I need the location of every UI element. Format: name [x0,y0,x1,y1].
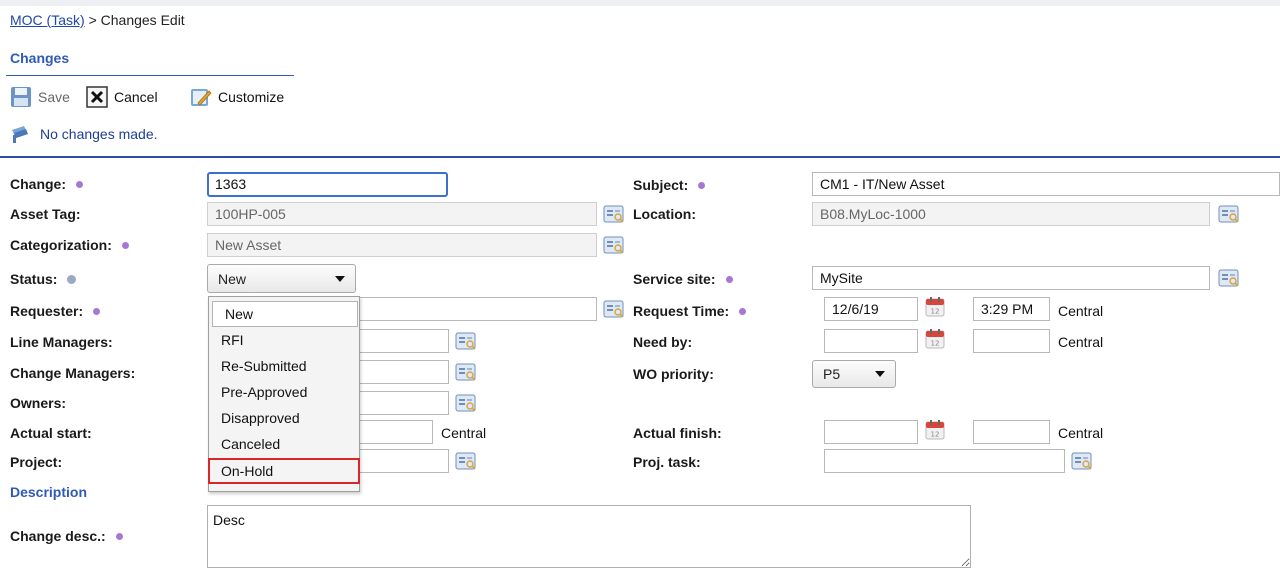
required-dot [76,180,83,188]
change-desc-label: Change desc.: [10,528,123,544]
proj-task-lookup-icon[interactable] [1071,451,1093,471]
save-button[interactable]: Save [6,84,74,110]
status-option-disapproved[interactable]: Disapproved [209,405,359,431]
owners-input[interactable] [356,391,449,415]
actual-finish-date-input[interactable] [824,420,918,444]
change-managers-input[interactable] [356,360,449,384]
section-title-description: Description [10,484,88,500]
top-bar [0,0,1280,6]
status-message-text: No changes made. [40,126,158,142]
request-time-label: Request Time: [633,303,747,319]
chevron-down-icon [335,275,345,282]
cancel-button[interactable]: Cancel [82,84,162,110]
required-dot [93,307,101,315]
customize-label: Customize [218,89,285,105]
need-by-date-input[interactable] [824,329,918,353]
calendar-icon[interactable] [925,297,945,317]
location-lookup-icon[interactable] [1218,204,1240,224]
asset-tag-label: Asset Tag: [10,206,81,222]
customize-button[interactable]: Customize [186,84,288,110]
location-input[interactable]: B08.MyLoc-1000 [812,202,1210,226]
subject-label: Subject: [633,177,706,193]
floppy-disk-icon [11,87,31,107]
status-option-re-submitted[interactable]: Re-Submitted [209,353,359,379]
status-option-canceled[interactable]: Canceled [209,431,359,457]
breadcrumb-current: Changes Edit [100,12,185,28]
header-separator [0,156,1280,158]
status-label: Status: [10,271,77,287]
proj-task-input[interactable] [824,449,1065,473]
need-by-timezone: Central [1058,334,1104,350]
subject-input[interactable]: CM1 - IT/New Asset [812,172,1280,196]
asset-tag-input[interactable]: 100HP-005 [207,202,597,226]
requester-input[interactable] [356,297,597,321]
section-title-changes: Changes [10,50,70,66]
actual-finish-timezone: Central [1058,425,1104,441]
request-date-input[interactable]: 12/6/19 [824,297,918,321]
status-option-rfi[interactable]: RFI [209,327,359,353]
change-managers-lookup-icon[interactable] [455,362,477,382]
requester-label: Requester: [10,303,101,319]
project-label: Project: [10,454,63,470]
service-site-lookup-icon[interactable] [1218,268,1240,288]
proj-task-label: Proj. task: [633,454,701,470]
categorization-label: Categorization: [10,237,129,253]
change-number-input[interactable]: 1363 [207,172,448,197]
wo-priority-label: WO priority: [633,366,714,382]
project-input[interactable] [356,449,449,473]
line-managers-lookup-icon[interactable] [455,331,477,351]
calendar-icon[interactable] [925,329,945,349]
change-managers-label: Change Managers: [10,365,136,381]
required-dot [121,241,129,249]
owners-lookup-icon[interactable] [455,393,477,413]
status-info-icon [67,274,77,284]
actual-start-time-input[interactable] [356,420,433,444]
location-label: Location: [633,206,696,222]
line-managers-label: Line Managers: [10,334,113,350]
chevron-down-icon [875,371,885,377]
service-site-label: Service site: [633,271,733,287]
categorization-lookup-icon[interactable] [603,235,625,255]
line-managers-input[interactable] [356,329,449,353]
wo-priority-select[interactable]: P5 [812,360,896,388]
change-label: Change: [10,176,83,192]
required-dot [725,275,733,283]
calendar-icon[interactable] [925,420,945,440]
customize-pencil-icon [191,89,212,106]
owners-label: Owners: [10,395,67,411]
request-time-timezone: Central [1058,303,1104,319]
asset-tag-lookup-icon[interactable] [603,204,625,224]
status-option-new[interactable]: New [212,301,358,327]
info-flag-icon [12,126,28,143]
status-select[interactable]: New [207,264,356,293]
status-message: No changes made. [10,124,158,144]
status-option-on-hold[interactable]: On-Hold [208,458,360,484]
service-site-input[interactable]: MySite [812,266,1210,290]
need-by-label: Need by: [633,334,693,350]
project-lookup-icon[interactable] [455,451,477,471]
required-dot [115,532,123,540]
request-time-input[interactable]: 3:29 PM [973,297,1050,321]
need-by-time-input[interactable] [973,329,1050,353]
change-description-textarea[interactable]: Desc [207,505,971,568]
breadcrumb-separator: > [88,12,97,28]
actual-finish-label: Actual finish: [633,425,722,441]
categorization-input[interactable]: New Asset [207,233,597,257]
close-icon [86,86,108,108]
cancel-label: Cancel [114,89,158,105]
breadcrumb: MOC (Task) > Changes Edit [10,12,185,28]
save-label: Save [38,89,70,105]
actual-start-timezone: Central [441,425,487,441]
status-option-pre-approved[interactable]: Pre-Approved [209,379,359,405]
wo-priority-value: P5 [823,366,841,382]
requester-lookup-icon[interactable] [603,299,625,319]
status-dropdown-list: New RFI Re-Submitted Pre-Approved Disapp… [208,296,360,492]
actual-finish-time-input[interactable] [973,420,1050,444]
breadcrumb-link-moc-task[interactable]: MOC (Task) [10,12,85,28]
actual-start-label: Actual start: [10,425,92,441]
required-dot [698,181,706,189]
toolbar-divider [6,75,294,76]
required-dot [739,307,747,315]
status-select-value: New [218,270,247,287]
